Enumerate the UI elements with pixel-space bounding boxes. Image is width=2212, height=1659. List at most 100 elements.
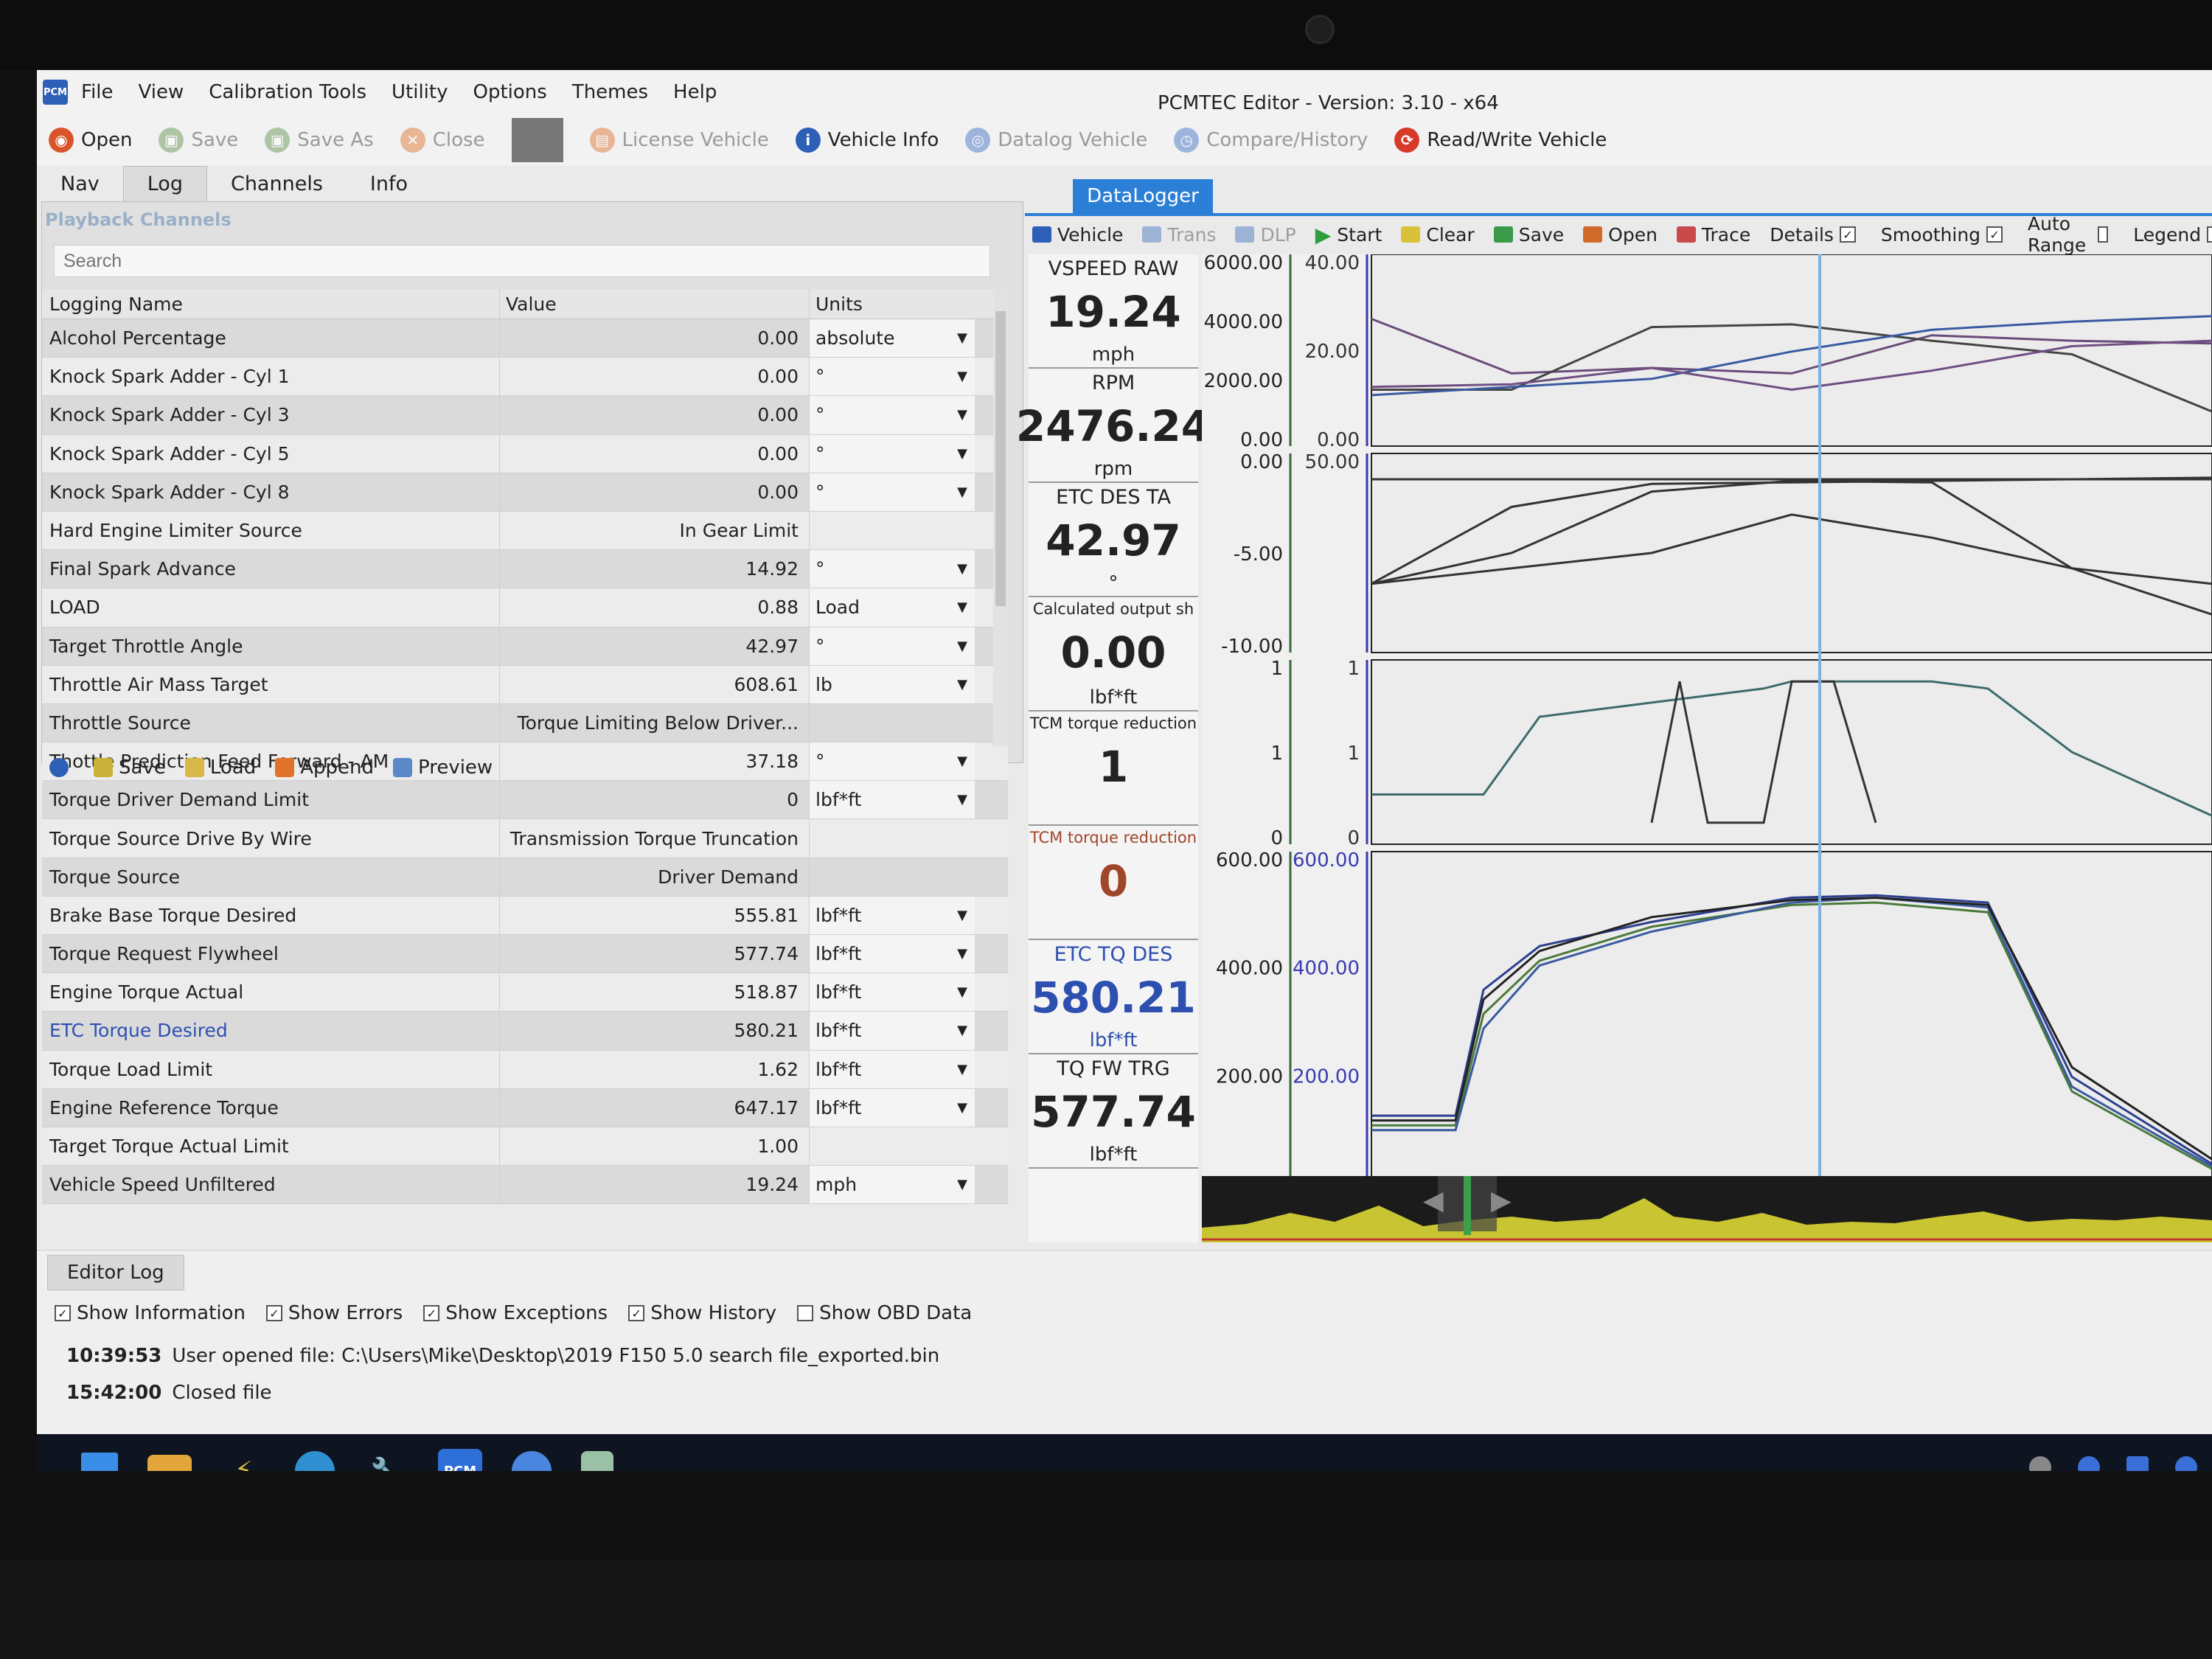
chevron-down-icon[interactable]: ▼	[957, 561, 967, 577]
row-units-select[interactable]: lbf*ft ▼	[809, 781, 975, 819]
table-row[interactable]: Throttle Source Torque Limiting Below Dri…	[42, 703, 1008, 743]
table-row[interactable]: Torque Source Drive By Wire Transmission …	[42, 819, 1008, 858]
compare-history-button[interactable]: ◷ Compare/History	[1174, 128, 1368, 153]
table-row[interactable]: ETC Torque Desired 580.21 lbf*ft ▼	[42, 1012, 1008, 1051]
gauge-readout[interactable]: RPM 2476.24 rpm	[1016, 369, 1211, 483]
network-icon[interactable]	[2029, 1456, 2051, 1471]
menu-themes[interactable]: Themes	[572, 81, 648, 103]
timeline-overview[interactable]: ◀ ▶	[1202, 1176, 2212, 1242]
gauge-readout[interactable]: TCM torque reduction 1	[1029, 712, 1198, 826]
legend-toggle[interactable]: Legend	[2133, 224, 2212, 246]
lightning-app-icon[interactable]: ⚡	[221, 1449, 265, 1471]
row-units-select[interactable]: lbf*ft ▼	[809, 896, 975, 934]
settings-button[interactable]	[49, 758, 74, 777]
chevron-down-icon[interactable]: ▼	[957, 1100, 967, 1116]
row-units-select[interactable]: Load ▼	[809, 588, 975, 627]
chevron-down-icon[interactable]: ▼	[957, 639, 967, 654]
gauge-readout[interactable]: ETC TQ DES 580.21 lbf*ft	[1029, 940, 1198, 1054]
gauge-readout[interactable]: Calculated output sh 0.00 lbf*ft	[1029, 597, 1198, 712]
row-units-select[interactable]: absolute ▼	[809, 319, 975, 358]
tab-info[interactable]: Info	[347, 167, 431, 201]
menu-file[interactable]: File	[81, 81, 114, 103]
checkmark-icon[interactable]: ✓	[423, 1305, 440, 1321]
checkmark-icon[interactable]: ✓	[55, 1305, 71, 1321]
bluetooth-icon[interactable]	[2175, 1456, 2197, 1471]
menu-utility[interactable]: Utility	[392, 81, 448, 103]
chevron-down-icon[interactable]: ▼	[957, 330, 967, 346]
close-button[interactable]: ✕ Close	[400, 128, 485, 153]
gauge-readout[interactable]: TQ FW TRG 577.74 lbf*ft	[1029, 1054, 1198, 1169]
wrench-icon[interactable]: 🔧	[364, 1449, 408, 1471]
details-checkbox[interactable]: ✓	[1839, 226, 1856, 243]
dlp-button[interactable]: DLP	[1235, 224, 1296, 246]
table-row[interactable]: Target Torque Actual Limit 1.00	[42, 1127, 1008, 1166]
chevron-down-icon[interactable]: ▼	[957, 946, 967, 961]
log-filter-checkbox[interactable]: ✓ Show Information	[49, 1302, 246, 1324]
menu-calibration-tools[interactable]: Calibration Tools	[209, 81, 366, 103]
legend-checkbox[interactable]	[2207, 226, 2212, 243]
search-input[interactable]	[54, 245, 990, 277]
row-units-select[interactable]: ° ▼	[809, 434, 975, 473]
row-units-select[interactable]: lbf*ft ▼	[809, 1012, 975, 1050]
vehicle-info-button[interactable]: i Vehicle Info	[795, 128, 939, 153]
save-as-button[interactable]: ▣ Save As	[265, 128, 374, 153]
load-channels-button[interactable]: Load	[184, 757, 256, 779]
menu-options[interactable]: Options	[473, 81, 546, 103]
row-units-select[interactable]: mph ▼	[809, 1166, 975, 1204]
menu-help[interactable]: Help	[673, 81, 717, 103]
gauge-readout[interactable]: TCM torque reduction 0	[1029, 826, 1198, 940]
scrollbar-thumb[interactable]	[995, 311, 1006, 606]
smoothing-checkbox[interactable]: ✓	[1986, 226, 2003, 243]
open-button[interactable]: ◉ Open	[49, 128, 132, 153]
chevron-down-icon[interactable]: ▼	[957, 484, 967, 500]
datalog-save-button[interactable]: Save	[1493, 224, 1564, 246]
datalog-chart[interactable]: 6000.00 4000.00 2000.00 0.00 40.00 20.00 0.00 0…	[1202, 252, 2212, 1235]
table-row[interactable]: Knock Spark Adder - Cyl 5 0.00 ° ▼	[42, 434, 1008, 473]
table-row[interactable]: Throttle Air Mass Target 608.61 lb ▼	[42, 665, 1008, 704]
chevron-down-icon[interactable]: ▼	[957, 369, 967, 384]
menu-view[interactable]: View	[139, 81, 184, 103]
auto-range-checkbox[interactable]	[2097, 226, 2109, 243]
pcmtec-app-icon[interactable]: PCM	[438, 1449, 482, 1471]
smoothing-toggle[interactable]: Smoothing ✓	[1881, 224, 2008, 246]
header-logging-name[interactable]: Logging Name	[42, 293, 499, 315]
row-units-select[interactable]: ° ▼	[809, 627, 975, 665]
chevron-down-icon[interactable]: ▼	[957, 1062, 967, 1077]
security-shield-icon[interactable]	[2126, 1456, 2149, 1471]
read-write-vehicle-button[interactable]: ⟳ Read/Write Vehicle	[1394, 128, 1607, 153]
chevron-down-icon[interactable]: ▼	[957, 1023, 967, 1038]
chevron-left-icon[interactable]: ◀	[1423, 1186, 1444, 1216]
log-filter-checkbox[interactable]: ✓ Show Errors	[260, 1302, 403, 1324]
auto-range-toggle[interactable]: Auto Range	[2028, 213, 2114, 256]
table-row[interactable]: Torque Driver Demand Limit 0 lbf*ft ▼	[42, 781, 1008, 820]
tab-datalogger[interactable]: DataLogger	[1073, 179, 1213, 213]
table-row[interactable]: Knock Spark Adder - Cyl 1 0.00 ° ▼	[42, 358, 1008, 397]
table-row[interactable]: Alcohol Percentage 0.00 absolute ▼	[42, 319, 1008, 358]
table-row[interactable]: LOAD 0.88 Load ▼	[42, 588, 1008, 627]
start-button[interactable]: ▶ Start	[1315, 223, 1382, 247]
datalog-chart-svg[interactable]: 6000.004000.002000.000.0040.0020.000.000…	[1202, 252, 2212, 1235]
preview-channels-button[interactable]: Preview	[392, 757, 493, 779]
row-units-select[interactable]: lbf*ft ▼	[809, 973, 975, 1012]
chat-app-icon[interactable]	[512, 1451, 552, 1471]
row-units-select[interactable]: ° ▼	[809, 742, 975, 781]
append-channels-button[interactable]: Append	[275, 757, 374, 779]
chevron-down-icon[interactable]: ▼	[957, 984, 967, 1000]
table-row[interactable]: Target Throttle Angle 42.97 ° ▼	[42, 627, 1008, 666]
windows-start-icon[interactable]	[81, 1453, 118, 1471]
row-units-select[interactable]: lbf*ft ▼	[809, 935, 975, 973]
tab-log[interactable]: Log	[122, 166, 207, 201]
row-units-select[interactable]: lbf*ft ▼	[809, 1050, 975, 1088]
checkmark-icon[interactable]: ✓	[265, 1305, 282, 1321]
tab-nav[interactable]: Nav	[37, 167, 123, 201]
chevron-down-icon[interactable]: ▼	[957, 1177, 967, 1192]
vehicle-button[interactable]: Vehicle	[1032, 224, 1123, 246]
tab-editor-log[interactable]: Editor Log	[47, 1255, 184, 1290]
row-units-select[interactable]: lbf*ft ▼	[809, 1088, 975, 1127]
notepad-icon[interactable]	[581, 1451, 613, 1471]
log-filter-checkbox[interactable]: Show OBD Data	[791, 1302, 972, 1324]
datalog-vehicle-button[interactable]: ◎ Datalog Vehicle	[965, 128, 1147, 153]
header-value[interactable]: Value	[499, 289, 809, 319]
save-channels-button[interactable]: Save	[94, 757, 166, 779]
chevron-down-icon[interactable]: ▼	[957, 599, 967, 615]
